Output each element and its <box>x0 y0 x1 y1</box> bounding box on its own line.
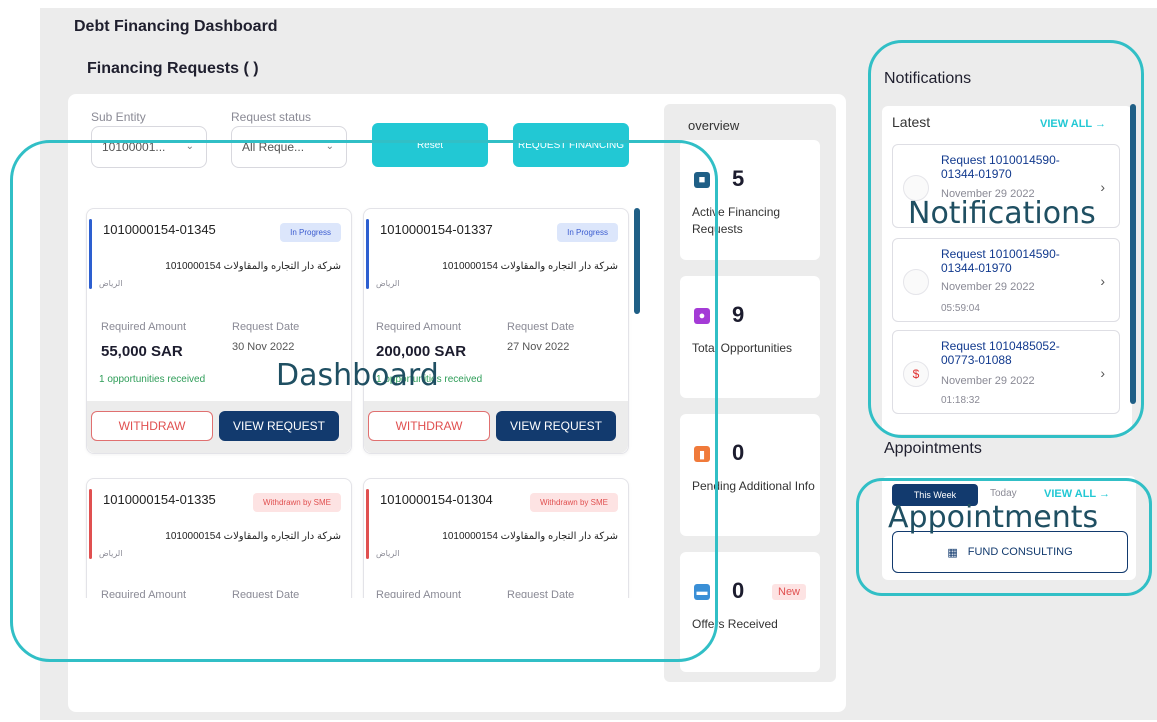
stat-value: 0 <box>732 440 745 465</box>
stat-value: 5 <box>732 166 745 191</box>
new-badge: New <box>772 584 807 600</box>
notifications-annotation-label: Notifications <box>908 196 1096 231</box>
page-title: Debt Financing Dashboard <box>74 18 278 35</box>
dashboard-annotation-outline <box>10 140 718 662</box>
notifications-annotation-outline <box>868 40 1144 438</box>
appointments-annotation-outline <box>856 478 1152 596</box>
status-label: Request status <box>231 110 312 124</box>
section-title: Financing Requests ( ) <box>87 60 259 77</box>
sub-entity-label: Sub Entity <box>91 110 146 124</box>
appointments-annotation-label: Appointments <box>888 500 1099 535</box>
stat-value: 0 <box>732 578 745 603</box>
appointments-title: Appointments <box>884 440 982 457</box>
stat-value: 9 <box>732 302 745 327</box>
dashboard-annotation-label: Dashboard <box>276 358 439 393</box>
overview-title: overview <box>688 118 740 133</box>
